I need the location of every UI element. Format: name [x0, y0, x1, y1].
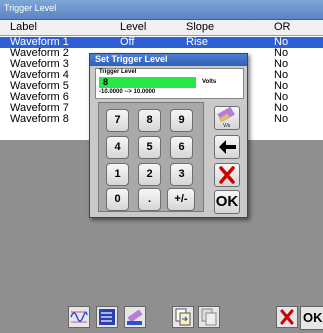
window-title: Trigger Level	[4, 3, 57, 13]
key-1[interactable]: 1	[106, 163, 129, 186]
value-field[interactable]: 8	[99, 77, 196, 88]
key-plus-minus[interactable]: +/-	[167, 188, 195, 211]
units-button[interactable]: V/s	[214, 106, 240, 130]
cell-label: Waveform 8	[10, 113, 69, 125]
edit-icon	[127, 309, 143, 325]
key-4[interactable]: 4	[106, 136, 129, 159]
units-icon: V/s	[217, 106, 235, 129]
list-settings-button[interactable]	[96, 306, 118, 328]
units-button-label: V/s	[223, 123, 231, 129]
paste-button[interactable]	[198, 306, 220, 328]
header-or: OR	[274, 21, 291, 33]
backspace-arrow-icon	[219, 140, 236, 154]
waveform-icon	[70, 311, 88, 323]
value-text: 8	[103, 77, 109, 87]
cancel-icon	[219, 166, 235, 184]
title-bar: Trigger Level	[0, 0, 323, 20]
key-3[interactable]: 3	[170, 163, 193, 186]
cancel-icon	[280, 309, 294, 325]
key-0[interactable]: 0	[106, 188, 129, 211]
units-label: Volts	[202, 79, 217, 85]
header-label: Label	[10, 21, 37, 33]
table-header: Label Level Slope OR	[0, 20, 323, 36]
key-8[interactable]: 8	[138, 109, 161, 132]
clear-button[interactable]	[214, 163, 240, 187]
cell-level: Off	[120, 36, 135, 48]
cell-or: No	[274, 113, 289, 125]
keypad: 7 8 9 4 5 6 1 2 3 0 . +/-	[98, 102, 204, 212]
key-7[interactable]: 7	[106, 109, 129, 132]
waveform-button[interactable]	[68, 306, 90, 328]
header-level: Level	[120, 21, 147, 33]
list-settings-icon	[99, 309, 115, 325]
toolbar-ok-button[interactable]: OK	[300, 306, 323, 330]
key-5[interactable]: 5	[138, 136, 161, 159]
key-2[interactable]: 2	[138, 163, 161, 186]
key-9[interactable]: 9	[170, 109, 193, 132]
dialog-title: Set Trigger Level	[95, 54, 168, 64]
backspace-button[interactable]	[214, 135, 240, 159]
field-label: Trigger Level	[99, 69, 137, 75]
cell-slope: Rise	[186, 36, 209, 48]
range-label: -10.0000 --> 10.0000	[99, 89, 156, 95]
set-trigger-level-dialog: Set Trigger Level Trigger Level 8 Volts …	[89, 53, 248, 218]
ok-button[interactable]: OK	[214, 190, 240, 214]
key-6[interactable]: 6	[170, 136, 193, 159]
cancel-button[interactable]	[276, 306, 298, 328]
copy-button[interactable]	[172, 306, 194, 328]
edit-button[interactable]	[124, 306, 146, 328]
paste-icon	[201, 308, 217, 326]
value-panel: Trigger Level 8 Volts -10.0000 --> 10.00…	[95, 68, 244, 99]
dialog-title-bar: Set Trigger Level	[90, 54, 247, 66]
key-decimal[interactable]: .	[138, 188, 161, 211]
copy-icon	[175, 308, 191, 326]
header-slope: Slope	[186, 21, 215, 33]
